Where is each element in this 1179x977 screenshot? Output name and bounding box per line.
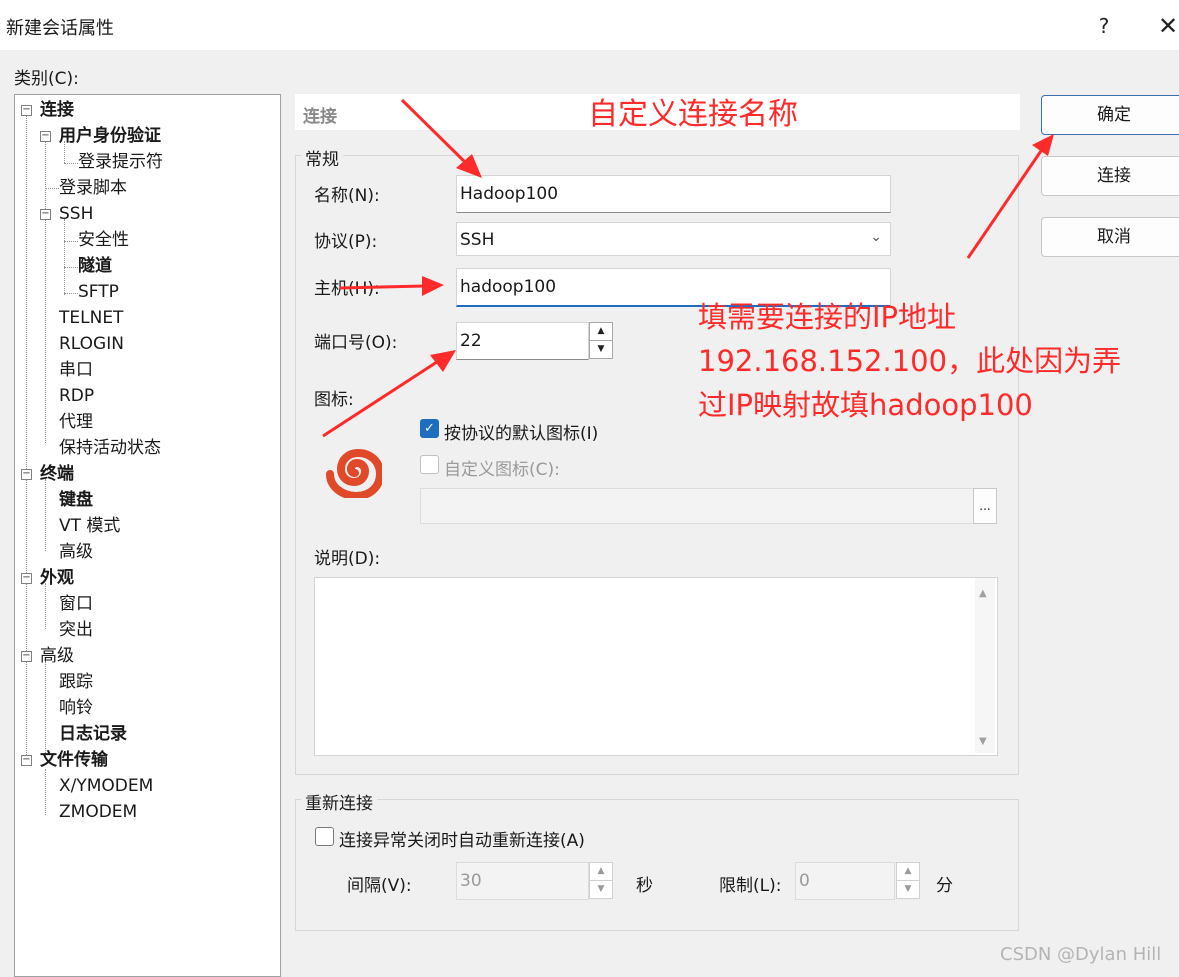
- watermark: CSDN @Dylan Hill: [1000, 944, 1162, 965]
- arrow-to-name-icon: [400, 98, 470, 167]
- annotation-arrows: [322, 98, 1054, 438]
- arrow-to-ok-icon: [966, 147, 1045, 259]
- arrow-to-port-icon: [322, 358, 441, 438]
- arrow-to-host-icon: [339, 284, 426, 290]
